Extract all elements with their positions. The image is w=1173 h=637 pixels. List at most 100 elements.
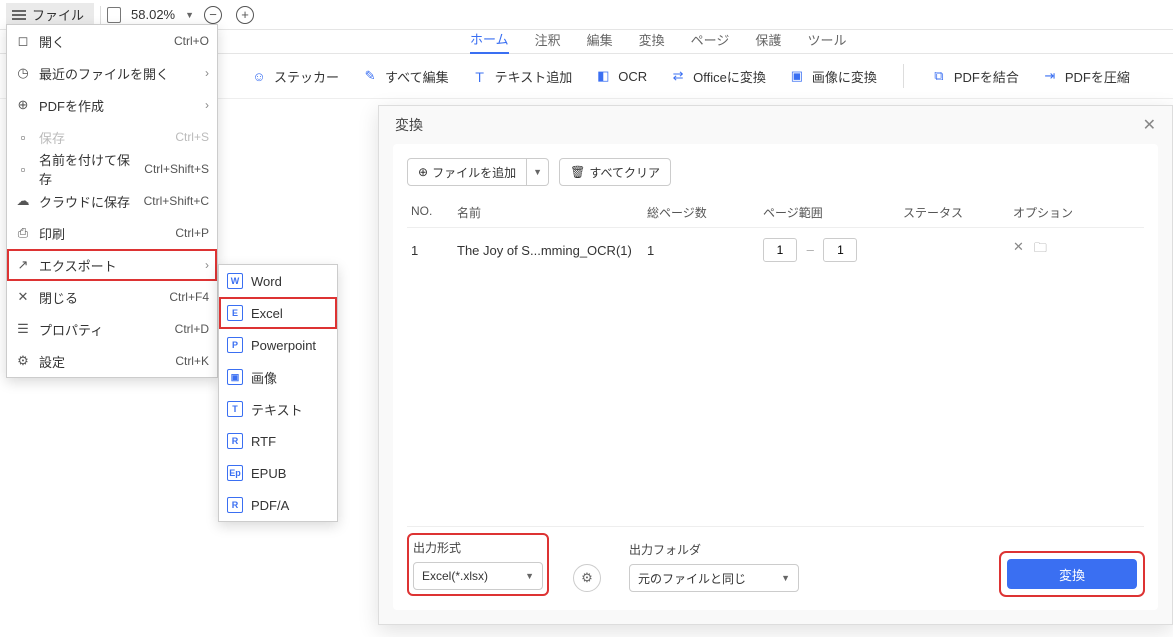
properties-icon: ☰ bbox=[15, 321, 31, 337]
output-format-group: 出力形式 Excel(*.xlsx)▼ bbox=[413, 539, 543, 590]
convert-button[interactable]: 変換 bbox=[1007, 559, 1137, 589]
output-format-select[interactable]: Excel(*.xlsx)▼ bbox=[413, 562, 543, 590]
document-icon[interactable] bbox=[107, 7, 121, 23]
menu-export[interactable]: ↗ エクスポート › bbox=[7, 249, 217, 281]
dialog-footer: 出力形式 Excel(*.xlsx)▼ ⚙ 出力フォルダ 元のファイルと同じ▼ … bbox=[407, 526, 1144, 596]
row-name: The Joy of S...mming_OCR(1) bbox=[457, 243, 647, 258]
tool-edit-all[interactable]: ✎すべて編集 bbox=[361, 67, 449, 86]
separator bbox=[100, 6, 101, 24]
sticker-icon: ☺ bbox=[250, 67, 268, 85]
separator bbox=[903, 64, 904, 88]
open-icon: ◻ bbox=[15, 33, 31, 49]
pdfa-icon: R bbox=[227, 497, 243, 513]
export-text[interactable]: Tテキスト bbox=[219, 393, 337, 425]
output-format-label: 出力形式 bbox=[413, 539, 543, 556]
chevron-right-icon: › bbox=[205, 98, 209, 112]
menu-create-pdf[interactable]: ⊕ PDFを作成 › bbox=[7, 89, 217, 121]
convert-button-highlight: 変換 bbox=[1004, 556, 1140, 592]
chevron-right-icon: › bbox=[205, 258, 209, 272]
settings-icon: ⚙ bbox=[15, 353, 31, 369]
tool-ocr[interactable]: ◧OCR bbox=[594, 67, 647, 85]
tool-to-image[interactable]: ▣画像に変換 bbox=[788, 67, 877, 86]
menu-open[interactable]: ◻ 開く Ctrl+O bbox=[7, 25, 217, 57]
tool-add-text[interactable]: Ｔテキスト追加 bbox=[471, 67, 573, 86]
row-no: 1 bbox=[411, 243, 457, 258]
menu-close[interactable]: ✕ 閉じる Ctrl+F4 bbox=[7, 281, 217, 313]
image-icon: ▣ bbox=[788, 67, 806, 85]
tab-page[interactable]: ページ bbox=[691, 30, 730, 53]
file-menu-button[interactable]: ファイル bbox=[6, 3, 94, 27]
tab-tool[interactable]: ツール bbox=[807, 30, 846, 53]
dialog-body: ⊕ファイルを追加 ▼ 🗑すべてクリア NO. 名前 総ページ数 ページ範囲 ステ… bbox=[393, 144, 1158, 610]
table-row: 1 The Joy of S...mming_OCR(1) 1 – ✕ 🗀 bbox=[407, 228, 1144, 272]
export-pdfa[interactable]: RPDF/A bbox=[219, 489, 337, 521]
file-menu-dropdown: ◻ 開く Ctrl+O ◷ 最近のファイルを開く › ⊕ PDFを作成 › ▫ … bbox=[6, 24, 218, 378]
chevron-down-icon: ▼ bbox=[781, 573, 790, 583]
powerpoint-icon: P bbox=[227, 337, 243, 353]
add-text-icon: Ｔ bbox=[471, 67, 489, 85]
convert-dialog: 変換 ✕ ⊕ファイルを追加 ▼ 🗑すべてクリア NO. 名前 総ページ数 ページ… bbox=[378, 105, 1173, 625]
tab-convert[interactable]: 変換 bbox=[639, 30, 665, 53]
menu-save: ▫ 保存 Ctrl+S bbox=[7, 121, 217, 153]
trash-icon: 🗑 bbox=[570, 165, 585, 179]
menu-recent[interactable]: ◷ 最近のファイルを開く › bbox=[7, 57, 217, 89]
add-file-split-button: ⊕ファイルを追加 ▼ bbox=[407, 158, 549, 186]
menu-print[interactable]: ⎙ 印刷 Ctrl+P bbox=[7, 217, 217, 249]
file-menu-label: ファイル bbox=[32, 5, 84, 24]
print-icon: ⎙ bbox=[15, 225, 31, 241]
epub-icon: Ep bbox=[227, 465, 243, 481]
export-icon: ↗ bbox=[15, 257, 31, 273]
office-icon: ⇄ bbox=[669, 67, 687, 85]
menu-properties[interactable]: ☰ プロパティ Ctrl+D bbox=[7, 313, 217, 345]
tool-to-office[interactable]: ⇄Officeに変換 bbox=[669, 67, 766, 86]
output-folder-group: 出力フォルダ 元のファイルと同じ▼ bbox=[629, 541, 799, 592]
zoom-dropdown-icon[interactable]: ▼ bbox=[185, 10, 194, 20]
col-options: オプション bbox=[1013, 204, 1140, 221]
rtf-icon: R bbox=[227, 433, 243, 449]
tab-protect[interactable]: 保護 bbox=[755, 30, 781, 53]
zoom-in-button[interactable]: + bbox=[236, 6, 254, 24]
output-folder-select[interactable]: 元のファイルと同じ▼ bbox=[629, 564, 799, 592]
output-settings-button[interactable]: ⚙ bbox=[573, 564, 601, 592]
ocr-icon: ◧ bbox=[594, 67, 612, 85]
zoom-value[interactable]: 58.02% bbox=[127, 7, 179, 22]
col-status: ステータス bbox=[903, 204, 1013, 221]
tool-compress-pdf[interactable]: ⇥PDFを圧縮 bbox=[1041, 67, 1130, 86]
tool-sticker[interactable]: ☺ステッカー bbox=[250, 67, 339, 86]
tool-merge-pdf[interactable]: ⧉PDFを結合 bbox=[930, 67, 1019, 86]
merge-icon: ⧉ bbox=[930, 67, 948, 85]
export-image[interactable]: ▣画像 bbox=[219, 361, 337, 393]
row-remove-button[interactable]: ✕ bbox=[1013, 239, 1024, 261]
export-powerpoint[interactable]: PPowerpoint bbox=[219, 329, 337, 361]
add-file-button[interactable]: ⊕ファイルを追加 bbox=[407, 158, 527, 186]
menu-save-as[interactable]: ▫ 名前を付けて保存 Ctrl+Shift+S bbox=[7, 153, 217, 185]
add-file-dropdown[interactable]: ▼ bbox=[527, 158, 549, 186]
tab-annot[interactable]: 注釈 bbox=[535, 30, 561, 53]
row-folder-button[interactable]: 🗀 bbox=[1034, 239, 1047, 261]
col-name: 名前 bbox=[457, 204, 647, 221]
export-excel[interactable]: EExcel bbox=[219, 297, 337, 329]
export-epub[interactable]: EpEPUB bbox=[219, 457, 337, 489]
compress-icon: ⇥ bbox=[1041, 67, 1059, 85]
save-icon: ▫ bbox=[15, 129, 31, 145]
edit-all-icon: ✎ bbox=[361, 67, 379, 85]
zoom-out-button[interactable]: − bbox=[204, 6, 222, 24]
range-to-input[interactable] bbox=[823, 238, 857, 262]
tab-home[interactable]: ホーム bbox=[470, 29, 509, 54]
export-rtf[interactable]: RRTF bbox=[219, 425, 337, 457]
dialog-top-actions: ⊕ファイルを追加 ▼ 🗑すべてクリア bbox=[407, 158, 1144, 186]
export-word[interactable]: WWord bbox=[219, 265, 337, 297]
plus-icon: ⊕ bbox=[418, 165, 428, 179]
create-icon: ⊕ bbox=[15, 97, 31, 113]
hamburger-icon bbox=[12, 10, 26, 20]
menu-settings[interactable]: ⚙ 設定 Ctrl+K bbox=[7, 345, 217, 377]
dialog-close-button[interactable]: ✕ bbox=[1143, 115, 1156, 135]
menu-cloud-save[interactable]: ☁ クラウドに保存 Ctrl+Shift+C bbox=[7, 185, 217, 217]
range-from-input[interactable] bbox=[763, 238, 797, 262]
recent-icon: ◷ bbox=[15, 65, 31, 81]
tab-edit[interactable]: 編集 bbox=[587, 30, 613, 53]
chevron-right-icon: › bbox=[205, 66, 209, 80]
output-format-highlight: 出力形式 Excel(*.xlsx)▼ bbox=[411, 537, 545, 592]
close-file-icon: ✕ bbox=[15, 289, 31, 305]
clear-all-button[interactable]: 🗑すべてクリア bbox=[559, 158, 671, 186]
